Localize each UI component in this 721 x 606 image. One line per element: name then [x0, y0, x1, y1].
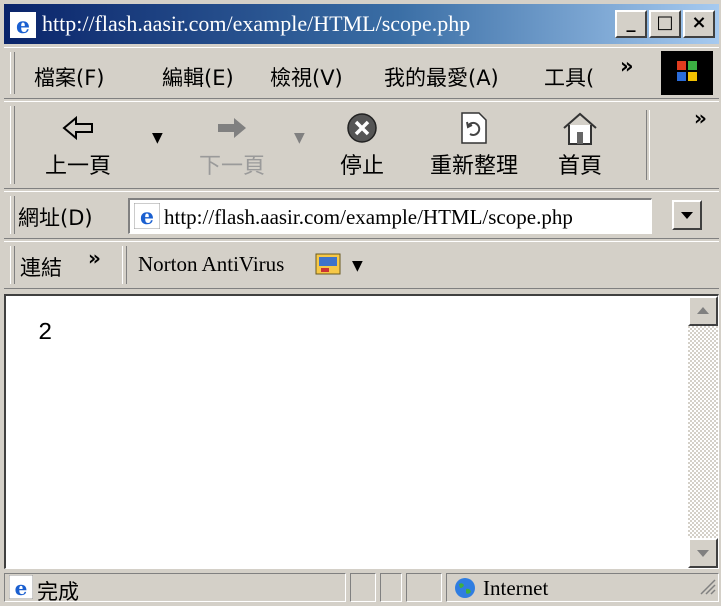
page-done-icon: e: [8, 574, 34, 603]
address-value: http://flash.aasir.com/example/HTML/scop…: [164, 205, 573, 229]
svg-text:e: e: [140, 204, 154, 229]
status-panel-main: e 完成: [4, 573, 346, 604]
page-ie-icon: e: [133, 202, 161, 233]
address-input[interactable]: e http://flash.aasir.com/example/HTML/sc…: [128, 198, 652, 234]
address-bar: 網址(D) e http://flash.aasir.com/example/H…: [4, 191, 719, 239]
status-panel-4: [406, 573, 442, 602]
norton-antivirus-icon[interactable]: [314, 250, 344, 282]
stop-button[interactable]: 停止: [326, 108, 398, 179]
windows-logo-icon: [661, 51, 713, 95]
status-text: 完成: [37, 580, 79, 604]
stop-icon: [347, 113, 377, 143]
chevron-down-icon: [681, 212, 693, 219]
address-label: 網址(D): [18, 206, 93, 230]
menu-edit[interactable]: 編輯(E): [162, 62, 234, 92]
arrow-up-icon: [697, 307, 709, 314]
close-button[interactable]: ×: [683, 10, 715, 38]
toolbar-more-chevron[interactable]: »: [694, 106, 707, 130]
address-grip[interactable]: [10, 196, 15, 234]
norton-dropdown-icon[interactable]: ▼: [352, 258, 363, 274]
menu-favorites[interactable]: 我的最愛(A): [384, 62, 499, 92]
ie-icon: e: [10, 12, 36, 39]
forward-arrow-icon: [218, 118, 246, 138]
home-button[interactable]: 首頁: [544, 108, 616, 179]
window-title: http://flash.aasir.com/example/HTML/scop…: [42, 11, 471, 36]
home-icon: [563, 112, 597, 145]
status-bar: e 完成 Internet: [4, 571, 719, 604]
resize-grip-icon[interactable]: [698, 577, 716, 599]
forward-label: 下一頁: [198, 154, 265, 179]
menu-more-chevron[interactable]: »: [620, 54, 634, 78]
scroll-down-button[interactable]: [688, 538, 718, 568]
links-bar: 連結 » Norton AntiVirus ▼: [4, 241, 719, 289]
maximize-button[interactable]: □: [649, 10, 681, 38]
arrow-down-icon: [697, 550, 709, 557]
svg-text:e: e: [15, 576, 28, 599]
minimize-button[interactable]: _: [615, 10, 647, 38]
links-label: 連結: [20, 256, 62, 280]
back-button[interactable]: 上一頁: [32, 108, 124, 179]
internet-globe-icon: [453, 576, 477, 604]
links-more-chevron[interactable]: »: [88, 246, 101, 270]
status-panel-zone: Internet: [446, 573, 719, 602]
menu-view[interactable]: 檢視(V): [270, 62, 343, 92]
menu-bar: 檔案(F) 編輯(E) 檢視(V) 我的最愛(A) 工具( »: [4, 47, 719, 99]
vertical-scrollbar[interactable]: [688, 296, 718, 568]
back-arrow-icon: [62, 115, 93, 141]
back-dropdown-icon[interactable]: ▼: [152, 130, 163, 146]
menu-tools[interactable]: 工具(: [544, 62, 594, 92]
stop-label: 停止: [339, 154, 384, 179]
address-dropdown-button[interactable]: [672, 200, 702, 230]
forward-button[interactable]: 下一頁: [186, 108, 278, 179]
page-text: 2: [38, 320, 53, 347]
toolbar-separator: [646, 110, 650, 180]
zone-text: Internet: [483, 576, 549, 600]
forward-dropdown-icon[interactable]: ▼: [294, 130, 305, 146]
refresh-button[interactable]: 重新整理: [416, 108, 532, 179]
menu-grip[interactable]: [10, 52, 15, 94]
title-bar[interactable]: e http://flash.aasir.com/example/HTML/sc…: [4, 4, 719, 44]
refresh-icon: [461, 112, 487, 144]
standard-toolbar: 上一頁 ▼ 下一頁 ▼ 停止 重新整理 首頁 »: [4, 101, 719, 189]
browser-window: e http://flash.aasir.com/example/HTML/sc…: [0, 0, 721, 606]
status-panel-2: [350, 573, 376, 602]
home-label: 首頁: [557, 154, 602, 179]
links-grip[interactable]: [10, 246, 15, 284]
toolbar-grip[interactable]: [10, 106, 15, 184]
page-content: 2: [4, 294, 719, 569]
back-label: 上一頁: [44, 154, 111, 179]
refresh-label: 重新整理: [429, 154, 518, 179]
scroll-up-button[interactable]: [688, 296, 718, 326]
norton-antivirus-label[interactable]: Norton AntiVirus: [138, 252, 284, 277]
links-grip-2[interactable]: [122, 246, 127, 284]
menu-file[interactable]: 檔案(F): [34, 62, 104, 92]
svg-text:e: e: [16, 13, 30, 38]
status-panel-3: [380, 573, 402, 602]
